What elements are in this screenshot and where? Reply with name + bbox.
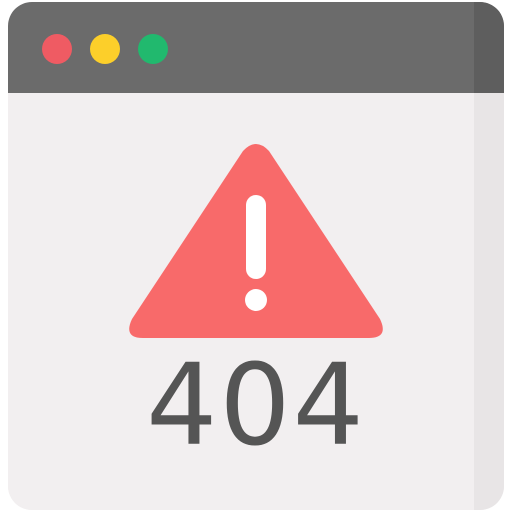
exclamation-bar [246,195,266,279]
error-illustration: 404 [0,0,512,512]
window-minimize-dot [90,34,120,64]
window-close-dot [42,34,72,64]
error-code: 404 [146,341,366,471]
warning-triangle-icon [129,144,383,338]
window-titlebar [8,2,504,93]
window-maximize-dot [138,34,168,64]
exclamation-dot [245,289,267,311]
titlebar-shade [474,2,504,93]
